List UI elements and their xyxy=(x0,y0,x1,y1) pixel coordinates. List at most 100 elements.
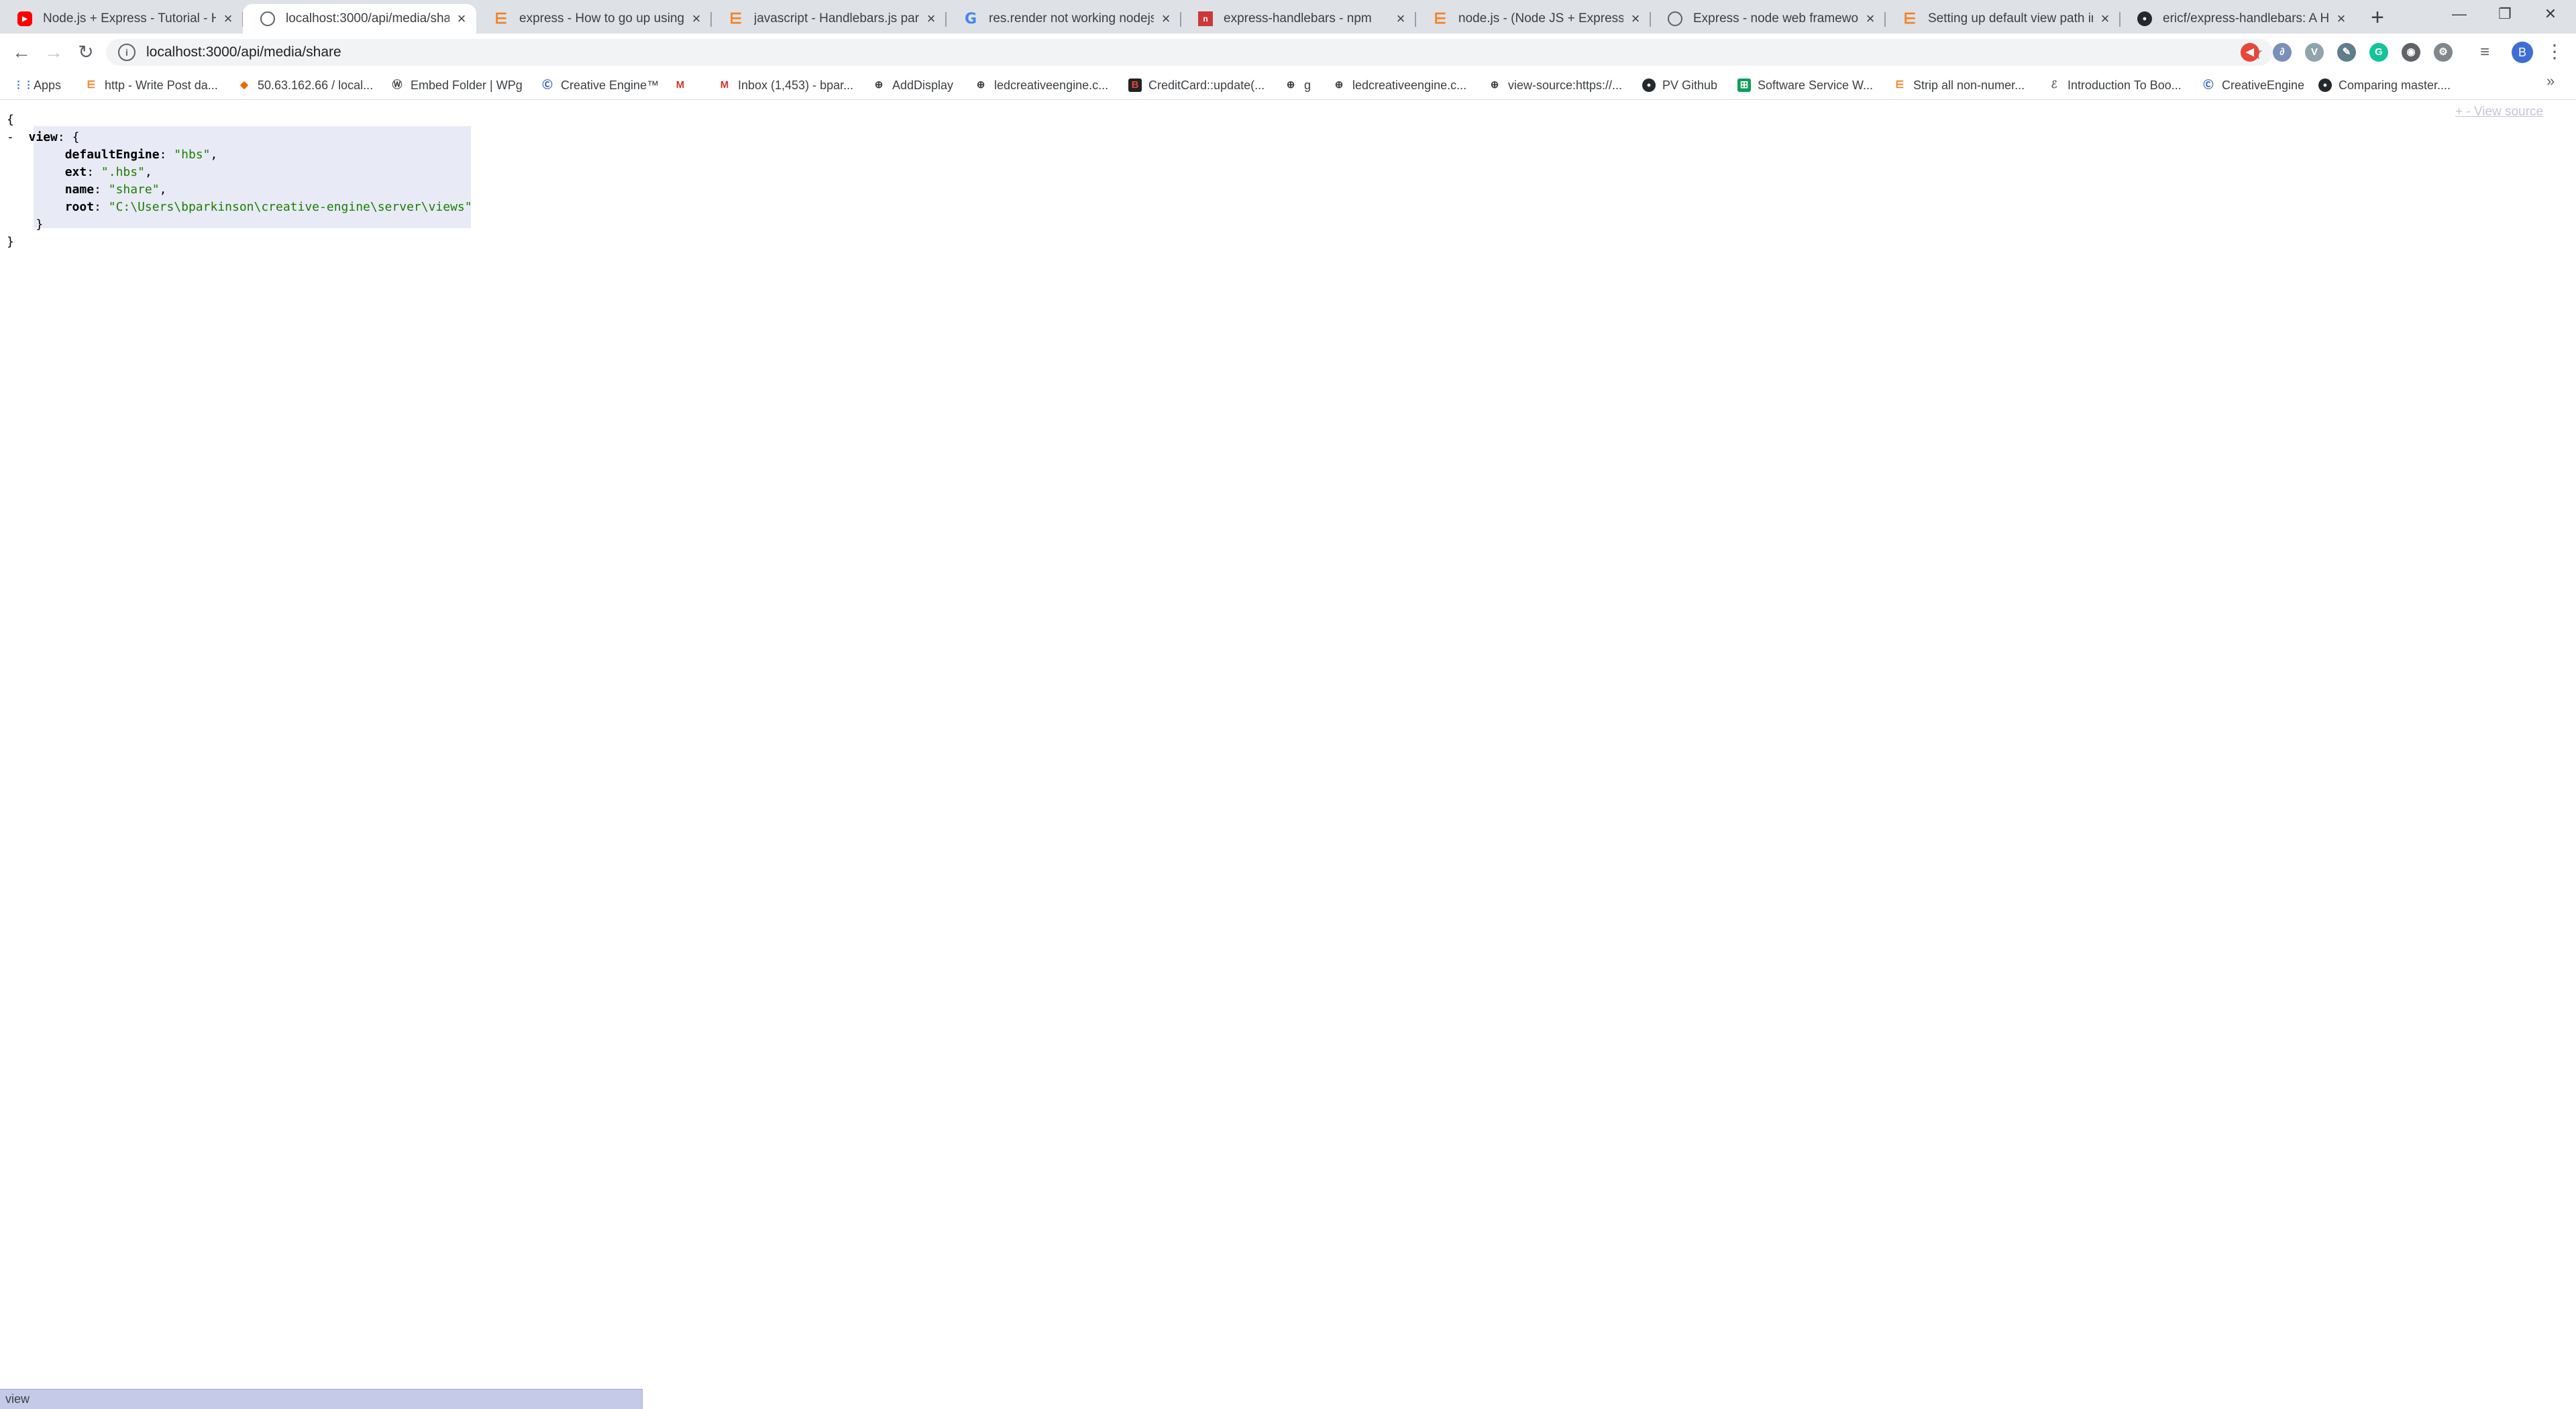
tab-ericf-express-handlebars[interactable]: ● ericf/express-handlebars: A Han × xyxy=(2120,4,2356,34)
bookmark-software-service[interactable]: ⊞ Software Service W... xyxy=(1737,76,1873,94)
tab-label: Express - node web framework xyxy=(1693,11,1858,25)
sheets-icon: ⊞ xyxy=(1737,79,1751,92)
tab-close-icon[interactable]: × xyxy=(923,10,939,28)
bootstrap-icon: ℰ xyxy=(2051,79,2057,91)
bookmarks-overflow-icon[interactable]: » xyxy=(2546,72,2555,90)
json-field-name: name: "share", xyxy=(64,182,167,197)
stackoverflow-icon: ⋿ xyxy=(729,10,743,27)
extension-puzzle-icon[interactable]: ⚙ xyxy=(2434,43,2453,62)
wordpress-icon: Ⓦ xyxy=(392,79,402,91)
stackoverflow-icon: ⋿ xyxy=(1434,10,1447,27)
tab-label: localhost:3000/api/media/share xyxy=(286,11,449,25)
tab-close-icon[interactable]: × xyxy=(220,10,236,28)
bookmarks-bar: ⋮⋮ Apps ⋿ http - Write Post da... ◆ 50.6… xyxy=(0,70,2576,100)
bookmark-inbox[interactable]: M Inbox (1,453) - bpar... xyxy=(718,76,853,94)
forward-arrow-icon[interactable]: → xyxy=(40,39,67,66)
tab-label: express-handlebars - npm xyxy=(1224,11,1372,25)
tab-express-go-up[interactable]: ⋿ express - How to go up using × xyxy=(476,4,712,34)
bookmark-strip-non-numeric[interactable]: ⋿ Strip all non-numer... xyxy=(1893,76,2025,94)
minimize-icon[interactable]: — xyxy=(2446,5,2473,23)
stackoverflow-icon: ⋿ xyxy=(1903,10,1917,27)
extension-megaphone-icon[interactable]: ◀ xyxy=(2241,43,2259,62)
bookmark-view-source[interactable]: ⊕ view-source:https://... xyxy=(1488,76,1622,94)
bookmark-pv-github[interactable]: ● PV Github xyxy=(1642,76,1717,94)
json-field-default-engine: defaultEngine: "hbs", xyxy=(64,148,218,162)
bookmark-comparing-master[interactable]: ● Comparing master.... xyxy=(2318,76,2451,94)
tab-express-handlebars-npm[interactable]: n express-handlebars - npm × xyxy=(1181,4,1416,34)
tab-close-icon[interactable]: × xyxy=(1393,10,1409,28)
tab-handlebars-parse[interactable]: ⋿ javascript - Handlebars.js parse × xyxy=(711,4,947,34)
view-source-link[interactable]: + - View source xyxy=(2455,105,2543,119)
tab-close-icon[interactable]: × xyxy=(1158,10,1174,28)
bookmark-ledcreativeengine-1[interactable]: ⊕ ledcreativeengine.c... xyxy=(974,76,1108,94)
globe-icon: ⊕ xyxy=(874,79,883,91)
globe-icon xyxy=(1668,11,1682,26)
bookmark-intro-bootstrap[interactable]: ℰ Introduction To Boo... xyxy=(2047,76,2181,94)
tab-res-render[interactable]: G res.render not working nodejs × xyxy=(946,4,1181,34)
profile-avatar[interactable]: B xyxy=(2512,42,2533,63)
address-url[interactable]: localhost:3000/api/media/share xyxy=(146,44,2247,60)
restore-icon[interactable]: ❐ xyxy=(2491,5,2518,23)
address-bar[interactable]: i localhost:3000/api/media/share ☆ xyxy=(106,39,2273,66)
browser-toolbar: ← → ↻ i localhost:3000/api/media/share ☆… xyxy=(0,34,2576,70)
tab-label: res.render not working nodejs xyxy=(989,11,1154,25)
b-icon: B xyxy=(1128,79,1142,92)
tab-close-icon[interactable]: × xyxy=(1627,10,1644,28)
bookmark-creditcard-update[interactable]: B CreditCard::update(... xyxy=(1128,76,1265,94)
tab-close-icon[interactable]: × xyxy=(453,10,470,28)
json-open-brace: { xyxy=(7,113,14,127)
globe-icon: ⊕ xyxy=(1334,79,1344,91)
tab-nodejs-express-h[interactable]: ⋿ node.js - (Node JS + Express) H × xyxy=(1415,4,1651,34)
stackoverflow-icon: ⋿ xyxy=(494,10,508,27)
globe-icon: ⊕ xyxy=(1490,79,1499,91)
tab-close-icon[interactable]: × xyxy=(2333,10,2349,28)
extension-eyedropper-icon[interactable]: ✎ xyxy=(2337,43,2356,62)
close-window-icon[interactable]: ✕ xyxy=(2537,5,2564,23)
bookmark-apps[interactable]: ⋮⋮ Apps xyxy=(13,76,61,94)
bookmark-creativeengine[interactable]: Ⓒ CreativeEngine xyxy=(2202,76,2304,94)
info-icon[interactable]: i xyxy=(118,44,136,61)
reading-list-icon[interactable]: ≡ xyxy=(2475,43,2494,62)
new-tab-icon[interactable]: + xyxy=(2364,4,2391,31)
bookmark-embed-folder[interactable]: Ⓦ Embed Folder | WPg xyxy=(390,76,522,94)
extension-color-icon[interactable]: ◉ xyxy=(2402,43,2420,62)
extension-feather-icon[interactable]: ∂ xyxy=(2273,43,2292,62)
extension-vue-icon[interactable]: V xyxy=(2305,43,2324,62)
creative-engine-icon: Ⓒ xyxy=(542,79,553,91)
github-icon: ● xyxy=(2318,79,2332,92)
json-view-line: - view: { xyxy=(7,130,80,144)
tab-label: Setting up default view path in xyxy=(1928,11,2093,25)
globe-icon: ⊕ xyxy=(976,79,985,91)
tab-close-icon[interactable]: × xyxy=(1862,10,1878,28)
bookmark-ledcreativeengine-2[interactable]: ⊕ ledcreativeengine.c... xyxy=(1332,76,1466,94)
collapse-toggle[interactable]: - xyxy=(7,130,14,144)
bookmark-adddisplay[interactable]: ⊕ AddDisplay xyxy=(872,76,953,94)
tab-label: node.js - (Node JS + Express) H xyxy=(1458,11,1623,25)
tab-default-view-path[interactable]: ⋿ Setting up default view path in × xyxy=(1885,4,2121,34)
bookmark-gmail[interactable]: M xyxy=(674,76,694,94)
menu-kebab-icon[interactable]: ⋮ xyxy=(2545,40,2564,62)
bookmark-write-post[interactable]: ⋿ http - Write Post da... xyxy=(85,76,217,94)
tab-label: Node.js + Express - Tutorial - H xyxy=(43,11,216,25)
bookmark-phpmyadmin[interactable]: ◆ 50.63.162.66 / local... xyxy=(237,76,373,94)
tab-express-web-framework[interactable]: Express - node web framework × xyxy=(1650,4,1886,34)
json-field-root: root: "C:\Users\bparkinson\creative-engi… xyxy=(64,200,472,214)
tab-nodejs-express-tutorial[interactable]: ▶ Node.js + Express - Tutorial - H × xyxy=(0,4,244,34)
tab-label: express - How to go up using xyxy=(519,11,684,25)
phpmyadmin-icon: ◆ xyxy=(240,79,248,91)
youtube-icon: ▶ xyxy=(17,11,32,26)
tab-close-icon[interactable]: × xyxy=(2097,10,2113,28)
stackoverflow-icon: ⋿ xyxy=(87,79,96,91)
tab-label: javascript - Handlebars.js parse xyxy=(754,11,919,25)
globe-icon xyxy=(260,11,275,26)
apps-grid-icon: ⋮⋮ xyxy=(13,79,34,91)
github-icon: ● xyxy=(1642,79,1656,92)
bookmark-creative-engine[interactable]: Ⓒ Creative Engine™ xyxy=(541,76,659,94)
back-arrow-icon[interactable]: ← xyxy=(8,39,35,66)
tab-close-icon[interactable]: × xyxy=(688,10,704,28)
creative-engine-icon: Ⓒ xyxy=(2203,79,2214,91)
extension-grammarly-icon[interactable]: G xyxy=(2369,43,2388,62)
reload-icon[interactable]: ↻ xyxy=(72,39,99,66)
bookmark-g[interactable]: ⊕ g xyxy=(1284,76,1311,94)
tab-localhost-share[interactable]: localhost:3000/api/media/share × xyxy=(243,4,476,34)
